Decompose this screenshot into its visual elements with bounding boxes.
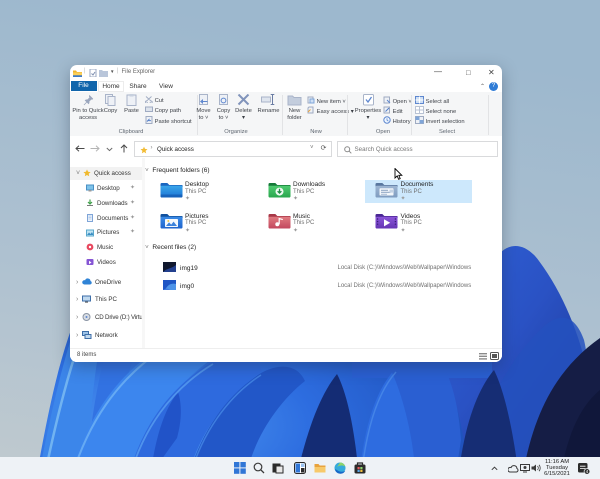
svg-text:4: 4 — [586, 469, 589, 475]
